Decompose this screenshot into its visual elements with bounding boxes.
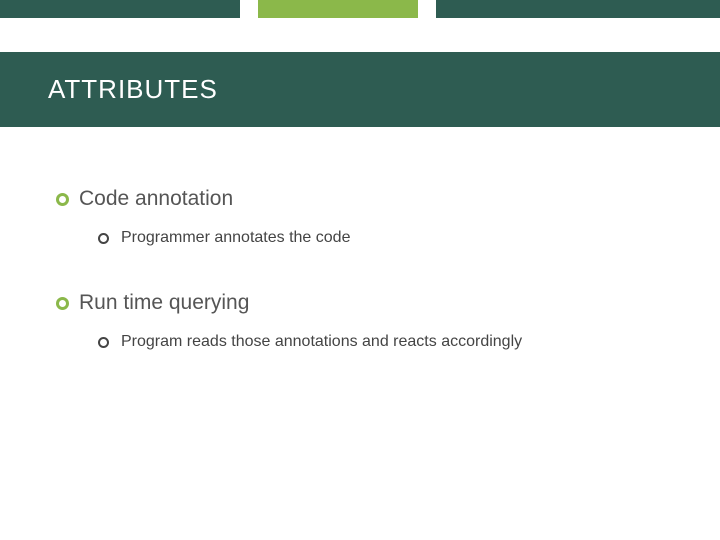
title-band: ATTRIBUTES bbox=[0, 52, 720, 127]
bullet-level2: Program reads those annotations and reac… bbox=[98, 333, 664, 351]
bullet-label: Program reads those annotations and reac… bbox=[121, 333, 522, 351]
bullet-ring-icon bbox=[98, 233, 109, 244]
bullet-label: Code annotation bbox=[79, 187, 233, 211]
slide-title: ATTRIBUTES bbox=[48, 74, 672, 105]
bullet-label: Run time querying bbox=[79, 291, 249, 315]
bullet-label: Programmer annotates the code bbox=[121, 229, 350, 247]
bullet-ring-icon bbox=[98, 337, 109, 348]
bullet-ring-icon bbox=[56, 297, 69, 310]
bullet-level1: Run time querying bbox=[56, 291, 664, 315]
bullet-level1: Code annotation bbox=[56, 187, 664, 211]
slide-content: Code annotation Programmer annotates the… bbox=[0, 127, 720, 351]
decorative-top-bar bbox=[0, 0, 720, 18]
bullet-level2: Programmer annotates the code bbox=[98, 229, 664, 247]
bullet-ring-icon bbox=[56, 193, 69, 206]
